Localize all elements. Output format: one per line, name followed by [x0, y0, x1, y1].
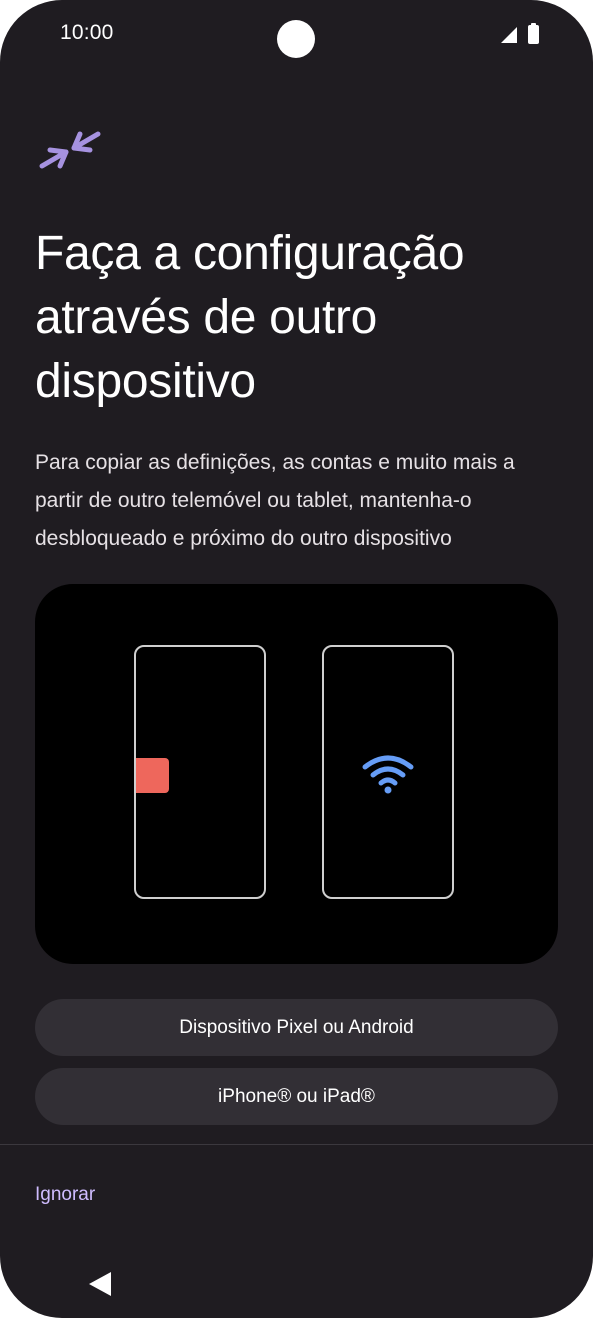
target-phone-outline	[322, 645, 454, 899]
android-device-button[interactable]: Dispositivo Pixel ou Android	[35, 999, 558, 1056]
device-screen: 10:00 Faça a configuração através de out…	[0, 0, 593, 1318]
page-title: Faça a configuração através de outro dis…	[35, 227, 465, 408]
skip-button[interactable]: Ignorar	[35, 1184, 95, 1206]
red-square-icon	[136, 758, 169, 793]
wifi-icon	[362, 755, 414, 794]
footer-divider	[0, 1144, 593, 1145]
back-triangle-icon[interactable]	[87, 1271, 113, 1297]
devices-illustration	[35, 584, 558, 964]
signal-icon	[501, 27, 517, 43]
battery-icon	[528, 25, 539, 44]
status-icons	[501, 23, 539, 44]
source-phone-outline	[134, 645, 266, 899]
camera-cutout	[277, 20, 315, 58]
status-time: 10:00	[60, 21, 114, 44]
swap-arrows-icon	[39, 131, 101, 169]
iphone-ipad-button[interactable]: iPhone® ou iPad®	[35, 1068, 558, 1125]
page-description: Para copiar as definições, as contas e m…	[35, 451, 515, 550]
